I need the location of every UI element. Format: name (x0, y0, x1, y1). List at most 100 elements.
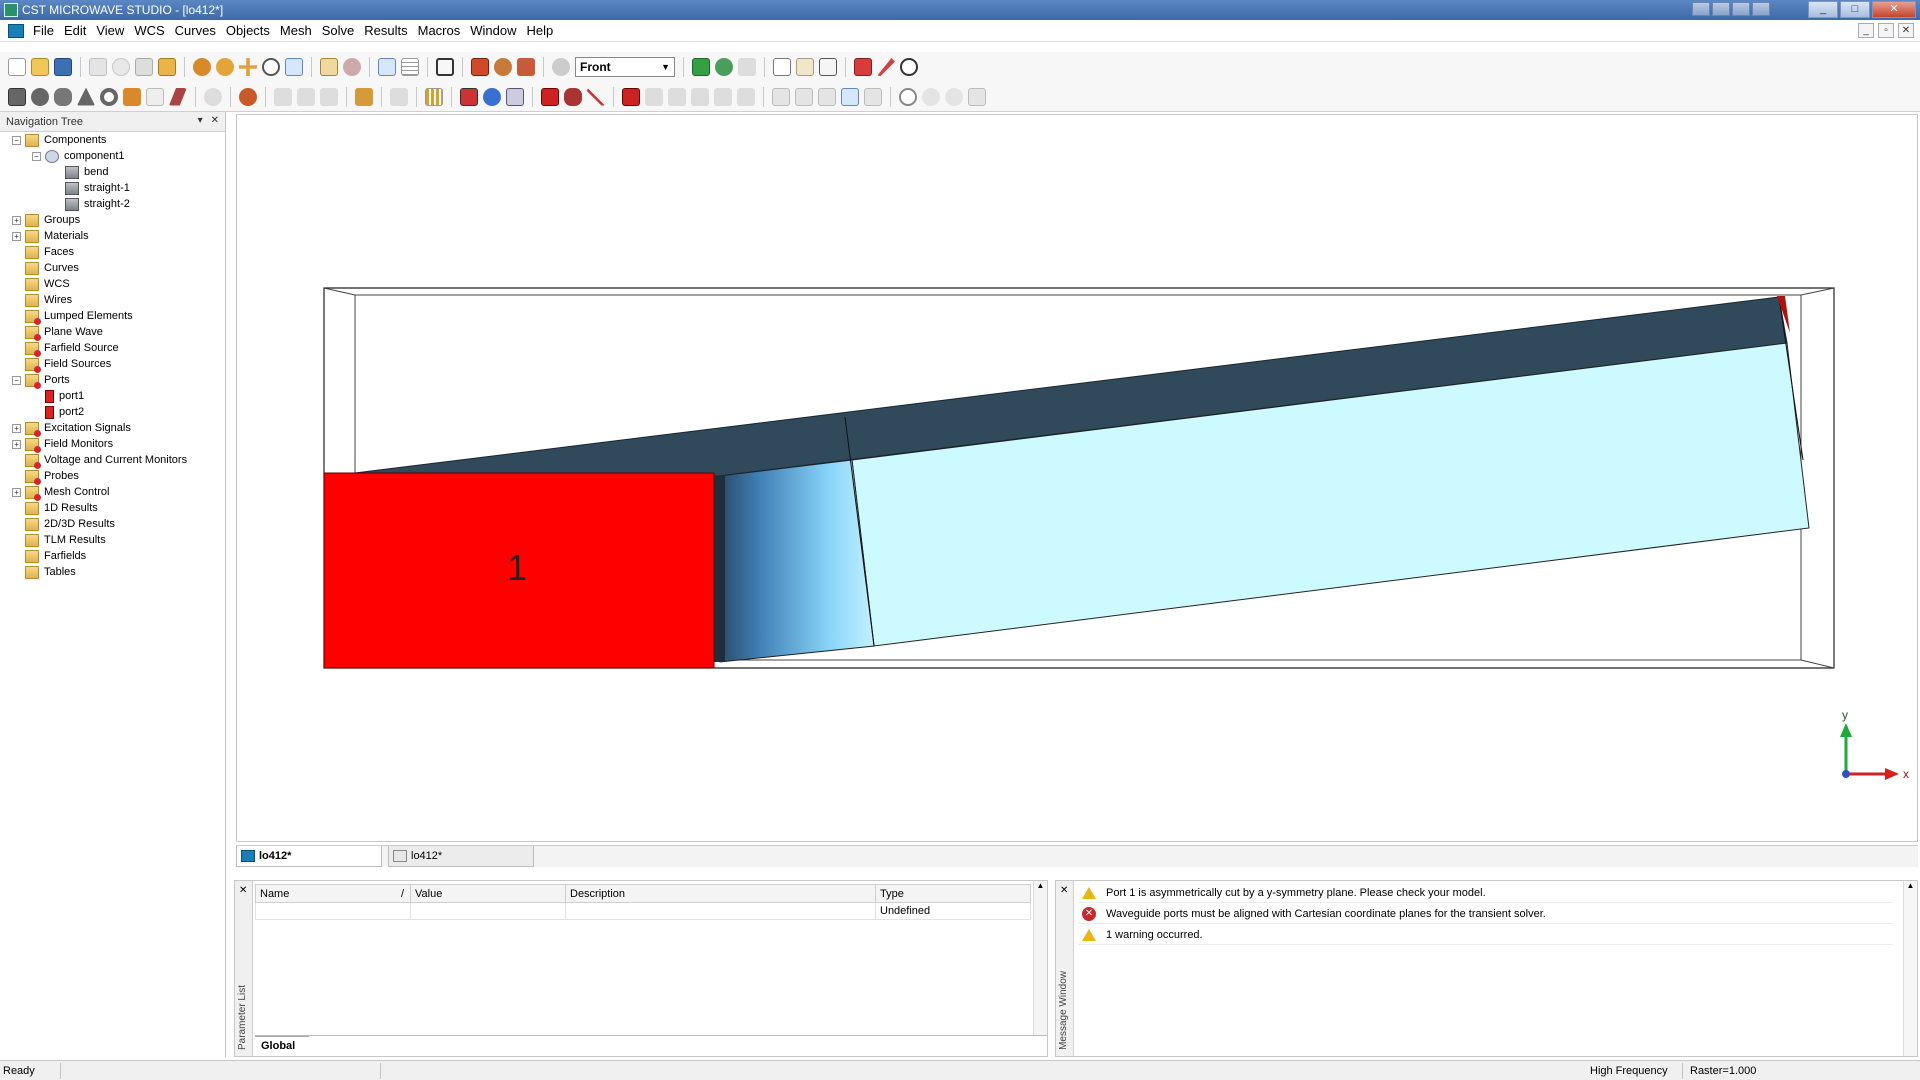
loft-icon[interactable] (169, 87, 187, 106)
tree-item[interactable]: − component1 (0, 148, 225, 164)
tree-item[interactable]: Field Sources (0, 356, 225, 373)
close-button[interactable]: ✕ (1872, 1, 1916, 18)
tree-item[interactable]: straight-2 (0, 196, 225, 212)
tree-item[interactable]: Farfields (0, 548, 225, 564)
pan-icon[interactable] (239, 58, 257, 76)
waveguide-port-icon[interactable] (541, 87, 559, 106)
title-tool-icon[interactable] (1712, 2, 1730, 16)
maximize-button[interactable]: □ (1840, 1, 1870, 18)
close-icon[interactable]: ✕ (239, 885, 247, 896)
cylinder-icon[interactable] (54, 87, 72, 106)
menu-macros[interactable]: Macros (413, 23, 466, 38)
mesh-view-icon[interactable] (692, 58, 710, 76)
tree-item[interactable]: TLM Results (0, 532, 225, 548)
result-plot-icon[interactable] (773, 58, 791, 76)
expand-icon[interactable]: + (12, 215, 21, 225)
rotate-icon[interactable] (193, 58, 211, 76)
mirror-icon[interactable] (297, 87, 315, 106)
plot-animation-icon[interactable] (864, 87, 882, 106)
mesh-properties-icon[interactable] (715, 58, 733, 76)
brick-icon[interactable] (8, 87, 26, 106)
view-select[interactable]: Front ▼ (575, 57, 675, 77)
menu-results[interactable]: Results (359, 23, 412, 38)
tree-item[interactable]: Plane Wave (0, 324, 225, 341)
paste-icon[interactable] (158, 58, 176, 76)
print-icon[interactable] (89, 58, 107, 76)
align-icon[interactable] (320, 87, 338, 106)
tree-item[interactable]: Voltage and Current Monitors (0, 452, 225, 469)
column-description[interactable]: Description (565, 884, 876, 903)
rotate-view-icon[interactable] (216, 58, 234, 76)
menu-mesh[interactable]: Mesh (275, 23, 317, 38)
background-material-icon[interactable] (460, 87, 478, 106)
title-tool-icon[interactable] (1732, 2, 1750, 16)
doc-close-button[interactable]: ✕ (1898, 23, 1914, 38)
table-row[interactable]: Undefined (255, 902, 1031, 920)
transform-icon[interactable] (274, 87, 292, 106)
tree-item[interactable]: Faces (0, 244, 225, 260)
menu-wcs[interactable]: WCS (129, 23, 169, 38)
tree-item[interactable]: WCS (0, 276, 225, 292)
plot-2d-icon[interactable] (795, 87, 813, 106)
sort-icon[interactable]: / (401, 888, 404, 900)
menu-edit[interactable]: Edit (59, 23, 91, 38)
tree-item[interactable]: port1 (0, 388, 225, 404)
expand-icon[interactable]: + (12, 231, 21, 241)
menu-file[interactable]: File (28, 23, 59, 38)
tree-item[interactable]: + Field Monitors (0, 436, 225, 453)
surface-plot-icon[interactable] (945, 87, 963, 106)
cell-value[interactable] (410, 902, 566, 920)
tree-item[interactable]: + Excitation Signals (0, 420, 225, 437)
farfield-plot-icon[interactable] (922, 87, 940, 106)
minimize-button[interactable]: _ (1808, 1, 1838, 18)
probe-icon[interactable] (587, 87, 605, 106)
doc-restore-button[interactable]: ▫ (1878, 23, 1894, 38)
align-wcs-icon[interactable] (494, 58, 512, 76)
expand-icon[interactable]: + (12, 439, 21, 449)
tree-item[interactable]: bend (0, 164, 225, 180)
tree-item[interactable]: + Groups (0, 212, 225, 228)
view-orientation-icon[interactable] (552, 58, 570, 76)
tree-item[interactable]: − Components (0, 132, 225, 148)
tab-schematic[interactable]: lo412* (388, 846, 534, 867)
open-folder-icon[interactable] (31, 58, 49, 76)
doc-minimize-button[interactable]: _ (1858, 23, 1874, 38)
menu-objects[interactable]: Objects (221, 23, 275, 38)
message-item[interactable]: Port 1 is asymmetrically cut by a y-symm… (1078, 883, 1893, 903)
expand-icon[interactable]: + (12, 487, 21, 497)
plot-selected-icon[interactable] (841, 87, 859, 106)
measure-icon[interactable] (877, 58, 895, 76)
tree-item[interactable]: Farfield Source (0, 340, 225, 357)
title-tool-icon[interactable] (1692, 2, 1710, 16)
menu-solve[interactable]: Solve (317, 23, 360, 38)
zoom-icon[interactable] (262, 58, 280, 76)
torus-icon[interactable] (100, 87, 118, 106)
ruler-icon[interactable] (425, 87, 443, 106)
boundary-icon[interactable] (483, 87, 501, 106)
symmetry-icon[interactable] (506, 87, 524, 106)
model-view[interactable]: 1 y x (237, 115, 1917, 841)
copy-icon[interactable] (135, 58, 153, 76)
plot-3d-icon[interactable] (818, 87, 836, 106)
menu-help[interactable]: Help (521, 23, 558, 38)
message-item[interactable]: ✕ Waveguide ports must be aligned with C… (1078, 904, 1893, 924)
column-value[interactable]: Value (410, 884, 566, 903)
close-icon[interactable]: ✕ (1060, 885, 1068, 896)
tree-item[interactable]: Tables (0, 564, 225, 580)
new-file-icon[interactable] (8, 58, 26, 76)
tab-global[interactable]: Global (255, 1036, 310, 1054)
document-icon[interactable] (8, 23, 24, 38)
menu-curves[interactable]: Curves (170, 23, 221, 38)
tree-item[interactable]: Lumped Elements (0, 308, 225, 325)
collapse-icon[interactable]: − (32, 151, 41, 161)
field-plot-icon[interactable] (899, 87, 917, 106)
fit-view-icon[interactable] (343, 58, 361, 76)
info-icon[interactable] (900, 58, 918, 76)
title-tool-icon[interactable] (1752, 2, 1770, 16)
move-wcs-icon[interactable] (517, 58, 535, 76)
zoom-rectangle-icon[interactable] (285, 58, 303, 76)
collapse-icon[interactable]: − (12, 135, 21, 145)
column-type[interactable]: Type (875, 884, 1031, 903)
tree-item[interactable]: port2 (0, 404, 225, 420)
column-name[interactable]: Name / (255, 884, 411, 903)
